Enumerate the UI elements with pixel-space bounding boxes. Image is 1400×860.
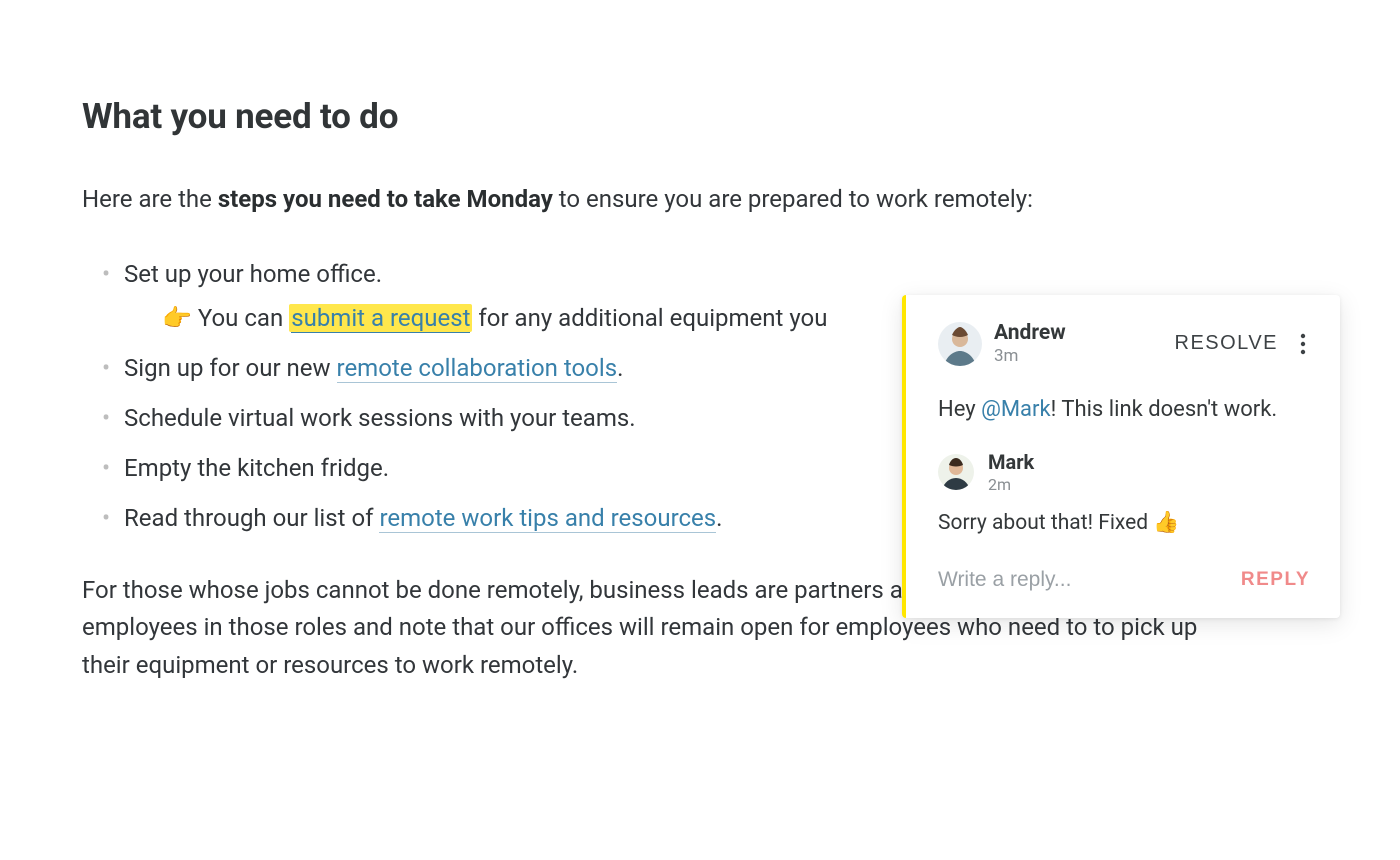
intro-bold: steps you need to take Monday xyxy=(218,185,553,213)
reply-author-name: Mark xyxy=(988,451,1034,474)
remote-tips-link[interactable]: remote work tips and resources xyxy=(379,504,716,533)
author-block: Mark 2m xyxy=(988,451,1034,494)
author-time: 3m xyxy=(994,347,1066,367)
list-text: Schedule virtual work sessions with your… xyxy=(124,404,636,432)
comment-text-post: ! This link doesn't work. xyxy=(1051,397,1278,422)
more-button[interactable] xyxy=(1296,329,1310,359)
comment-reply: Mark 2m Sorry about that! Fixed 👍 xyxy=(906,437,1340,544)
subline-post: for any additional equipment you xyxy=(472,304,827,332)
comment-thread-root: Andrew 3m RESOLVE Hey @Mark! This link d… xyxy=(906,295,1340,437)
reply-input[interactable] xyxy=(938,568,1231,592)
intro-after: to ensure you are prepared to work remot… xyxy=(553,185,1033,213)
subline-pre: You can xyxy=(192,304,289,332)
resolve-button[interactable]: RESOLVE xyxy=(1175,332,1279,355)
comment-actions: RESOLVE xyxy=(1175,329,1311,359)
list-text: Set up your home office. xyxy=(124,260,382,288)
highlighted-link: submit a request xyxy=(289,304,472,332)
reply-bar: REPLY xyxy=(906,544,1340,618)
comment-panel: Andrew 3m RESOLVE Hey @Mark! This link d… xyxy=(902,295,1340,618)
submit-request-link[interactable]: submit a request xyxy=(291,304,470,333)
remote-tools-link[interactable]: remote collaboration tools xyxy=(337,354,618,383)
intro-before: Here are the xyxy=(82,185,218,213)
page-title: What you need to do xyxy=(82,96,1200,137)
author-name: Andrew xyxy=(994,321,1066,345)
reply-text: Sorry about that! Fixed xyxy=(938,511,1153,535)
list-text: Empty the kitchen fridge. xyxy=(124,454,389,482)
comment-header: Andrew 3m RESOLVE xyxy=(938,321,1310,367)
author-block: Andrew 3m xyxy=(994,321,1066,367)
reply-author-time: 2m xyxy=(988,476,1034,494)
comment-text-pre: Hey xyxy=(938,397,981,422)
list-post: . xyxy=(716,504,722,532)
point-right-icon: 👉 xyxy=(162,300,192,336)
reply-body: Sorry about that! Fixed 👍 xyxy=(938,508,1310,540)
avatar xyxy=(938,322,982,366)
comment-body: Hey @Mark! This link doesn't work. xyxy=(938,393,1310,427)
mention[interactable]: @Mark xyxy=(981,397,1051,422)
thumbs-up-icon: 👍 xyxy=(1153,511,1179,535)
list-pre: Read through our list of xyxy=(124,504,379,532)
reply-header: Mark 2m xyxy=(938,451,1310,494)
list-pre: Sign up for our new xyxy=(124,354,337,382)
more-vertical-icon xyxy=(1300,333,1306,355)
list-post: . xyxy=(617,354,623,382)
avatar xyxy=(938,454,974,490)
reply-button[interactable]: REPLY xyxy=(1241,569,1310,591)
intro-paragraph: Here are the steps you need to take Mond… xyxy=(82,181,1200,218)
